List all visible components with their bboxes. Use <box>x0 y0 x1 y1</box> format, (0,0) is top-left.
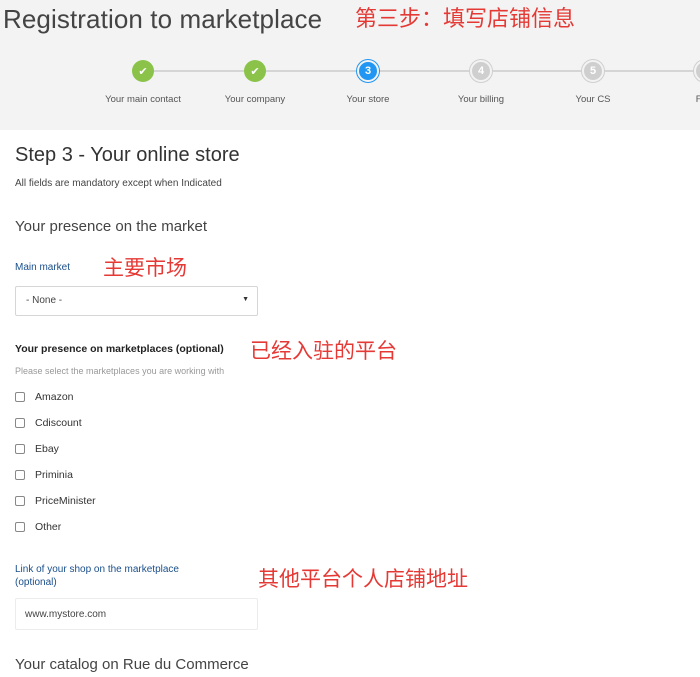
marketplace-option-priminia[interactable]: Priminia <box>15 467 73 483</box>
option-label: Other <box>35 521 62 533</box>
checkbox[interactable] <box>15 496 25 506</box>
step-cs[interactable]: 5 Your CS <box>533 58 653 105</box>
marketplace-option-amazon[interactable]: Amazon <box>15 389 74 405</box>
mandatory-note: All fields are mandatory except when Ind… <box>15 178 222 189</box>
marketplaces-annotation: 已经入驻的平台 <box>250 339 397 363</box>
step-label: Fina <box>695 94 700 105</box>
marketplace-option-cdiscount[interactable]: Cdiscount <box>15 415 82 431</box>
step-label: Your company <box>224 94 286 105</box>
main-market-label: Main market <box>15 262 71 273</box>
checkbox[interactable] <box>15 418 25 428</box>
step-title: Step 3 - Your online store <box>15 144 240 166</box>
marketplace-option-ebay[interactable]: Ebay <box>15 441 59 457</box>
checkbox[interactable] <box>15 522 25 532</box>
main-market-select[interactable]: - None - ▼ <box>15 286 258 316</box>
step-billing[interactable]: 4 Your billing <box>421 58 541 105</box>
step-label: Your billing <box>457 94 505 105</box>
check-icon: ✔ <box>132 60 154 82</box>
step-label: Your CS <box>575 94 611 105</box>
option-label: PriceMinister <box>35 495 96 507</box>
main-market-annotation: 主要市场 <box>103 256 187 280</box>
check-icon: ✔ <box>244 60 266 82</box>
option-label: Amazon <box>35 391 74 403</box>
step-label: Your main contact <box>105 94 181 105</box>
option-label: Priminia <box>35 469 73 481</box>
step-store[interactable]: 3 Your store <box>308 58 428 105</box>
presence-section-heading: Your presence on the market <box>15 218 208 235</box>
page-title: Registration to marketplace <box>3 4 323 34</box>
step-number-badge: 3 <box>357 60 379 82</box>
catalog-section-heading: Your catalog on Rue du Commerce <box>15 656 249 673</box>
marketplaces-label: Your presence on marketplaces (optional) <box>15 343 224 355</box>
marketplace-option-priceminister[interactable]: PriceMinister <box>15 493 96 509</box>
option-label: Cdiscount <box>35 417 82 429</box>
shop-link-label: Link of your shop on the marketplace (op… <box>15 564 179 588</box>
checkbox[interactable] <box>15 444 25 454</box>
page-header: Registration to marketplace 第三步：填写店铺信息 ✔… <box>0 0 700 130</box>
step-number-badge <box>694 60 700 82</box>
step-annotation: 第三步：填写店铺信息 <box>355 7 576 32</box>
shop-link-annotation: 其他平台个人店铺地址 <box>258 567 468 591</box>
step-number-badge: 4 <box>470 60 492 82</box>
checkbox[interactable] <box>15 470 25 480</box>
registration-stepper: ✔ Your main contact ✔ Your company 3 You… <box>0 58 700 108</box>
step-label: Your store <box>346 94 390 105</box>
option-label: Ebay <box>35 443 59 455</box>
caret-down-icon: ▼ <box>242 296 249 303</box>
marketplace-option-other[interactable]: Other <box>15 519 61 535</box>
main-market-value: - None - <box>26 295 63 306</box>
checkbox[interactable] <box>15 392 25 402</box>
step-main-contact[interactable]: ✔ Your main contact <box>83 58 203 105</box>
step-company[interactable]: ✔ Your company <box>195 58 315 105</box>
step-final[interactable]: Fina <box>645 58 700 105</box>
marketplaces-hint: Please select the marketplaces you are w… <box>15 366 225 376</box>
step-number-badge: 5 <box>582 60 604 82</box>
shop-link-input[interactable] <box>15 598 258 630</box>
